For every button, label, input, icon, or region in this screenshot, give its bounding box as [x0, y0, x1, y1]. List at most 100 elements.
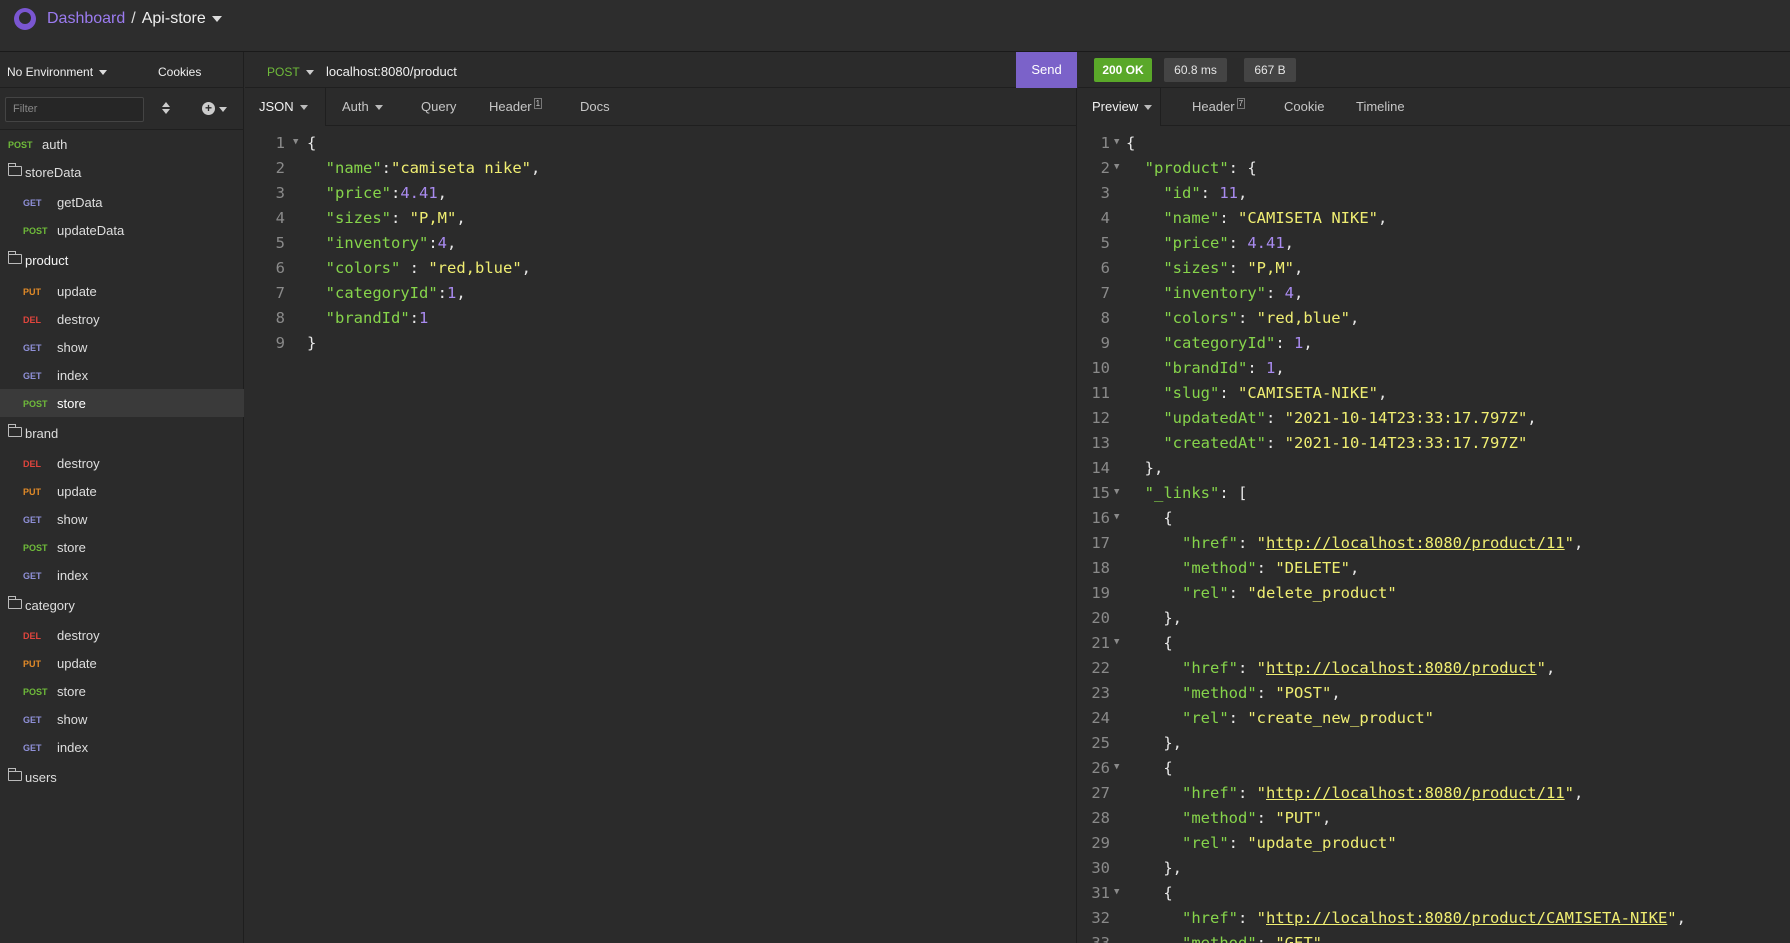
fold-arrow-icon[interactable]: ▼	[1114, 880, 1119, 905]
folder-category[interactable]: category	[0, 591, 244, 619]
fold-arrow-icon[interactable]: ▼	[1114, 505, 1119, 530]
code-token[interactable]: http://localhost:8080/product/11	[1266, 534, 1565, 552]
request-label: destroy	[57, 312, 100, 327]
request-item-getData[interactable]: GET getData	[0, 188, 244, 216]
fold-arrow-icon[interactable]: ▼	[1114, 630, 1119, 655]
request-item-show[interactable]: GET show	[0, 505, 244, 533]
code-text: "href": "http://localhost:8080/product/C…	[1126, 906, 1686, 931]
request-item-update[interactable]: PUT update	[0, 477, 244, 505]
code-token[interactable]: http://localhost:8080/product/CAMISETA-N…	[1266, 909, 1667, 927]
cookies-button[interactable]: Cookies	[158, 65, 201, 79]
code-token: "brandId"	[325, 309, 410, 327]
request-item-auth[interactable]: POST auth	[0, 130, 244, 158]
folder-brand[interactable]: brand	[0, 419, 244, 447]
line-number: 11	[1091, 384, 1110, 402]
request-item-index[interactable]: GET index	[0, 733, 244, 761]
chevron-down-icon[interactable]	[211, 15, 222, 22]
code-token: "CAMISETA NIKE"	[1238, 209, 1378, 227]
request-item-destroy[interactable]: DEL destroy	[0, 305, 244, 333]
code-token: "2021-10-14T23:33:17.797Z"	[1284, 409, 1528, 427]
code-token: ,	[1545, 659, 1556, 677]
folder-users[interactable]: users	[0, 763, 244, 791]
tab-preview[interactable]: Preview	[1078, 88, 1161, 126]
line-number: 6	[275, 259, 285, 277]
add-circle-icon[interactable]: +	[202, 102, 215, 115]
code-token[interactable]: http://localhost:8080/product/11	[1266, 784, 1565, 802]
code-token: :	[381, 159, 392, 177]
folder-storeData[interactable]: storeData	[0, 158, 244, 186]
tab-header[interactable]: Header 7	[1192, 88, 1246, 126]
code-token: ,	[1331, 684, 1341, 702]
method-selector[interactable]: POST	[267, 65, 314, 79]
send-button[interactable]: Send	[1016, 52, 1077, 88]
request-item-updateData[interactable]: POST updateData	[0, 216, 244, 244]
method-badge: POST	[23, 687, 48, 697]
code-token: :	[400, 259, 429, 277]
code-token: {	[1126, 634, 1173, 652]
request-label: show	[57, 340, 88, 355]
code-token: {	[1126, 884, 1173, 902]
tab-query[interactable]: Query	[421, 88, 456, 126]
environment-selector[interactable]: No Environment	[7, 65, 108, 79]
code-token: "createdAt"	[1163, 434, 1266, 452]
tab-timeline[interactable]: Timeline	[1356, 88, 1405, 126]
fold-arrow-icon[interactable]: ▼	[1114, 130, 1119, 155]
code-token: "GET"	[1275, 934, 1322, 943]
tab-json[interactable]: JSON	[245, 88, 326, 126]
tab-header[interactable]: Header 1	[489, 88, 543, 126]
line-number: 1	[275, 134, 285, 152]
code-token: ,	[1303, 334, 1313, 352]
request-item-index[interactable]: GET index	[0, 561, 244, 589]
method-badge: DEL	[23, 459, 41, 469]
fold-arrow-icon[interactable]: ▼	[1114, 155, 1119, 180]
request-item-store[interactable]: POST store	[0, 677, 244, 705]
tab-cookie[interactable]: Cookie	[1284, 88, 1324, 126]
line-number: 19	[1091, 584, 1110, 602]
folder-product[interactable]: product	[0, 246, 244, 274]
code-token: "sizes"	[1163, 259, 1229, 277]
code-token: ,	[1284, 234, 1294, 252]
code-token: :	[1247, 359, 1266, 377]
tab-auth[interactable]: Auth	[342, 88, 383, 126]
tab-label: Docs	[580, 99, 610, 114]
code-token: ,	[1377, 209, 1388, 227]
code-token: "rel"	[1182, 584, 1229, 602]
fold-arrow-icon[interactable]: ▼	[293, 130, 298, 155]
request-item-store[interactable]: POST store	[0, 533, 244, 561]
tab-docs[interactable]: Docs	[580, 88, 610, 126]
chevron-down-icon[interactable]	[219, 107, 227, 112]
workspace-selector[interactable]: Api-store	[142, 10, 206, 27]
breadcrumb-dashboard-link[interactable]: Dashboard	[47, 10, 125, 27]
line-number: 21	[1091, 634, 1110, 652]
method-badge: PUT	[23, 487, 41, 497]
sort-icon[interactable]	[161, 102, 171, 116]
url-input[interactable]: localhost:8080/product	[326, 64, 457, 79]
request-item-index[interactable]: GET index	[0, 361, 244, 389]
code-text: "slug": "CAMISETA-NIKE",	[1126, 381, 1387, 406]
request-item-update[interactable]: PUT update	[0, 649, 244, 677]
filter-input[interactable]: Filter	[5, 97, 144, 122]
request-label: getData	[57, 195, 103, 210]
app-logo-icon[interactable]	[14, 8, 36, 30]
request-item-destroy[interactable]: DEL destroy	[0, 621, 244, 649]
line-number: 4	[275, 209, 285, 227]
code-token[interactable]: http://localhost:8080/product	[1266, 659, 1537, 677]
code-text: "brandId": 1,	[1126, 356, 1284, 381]
fold-arrow-icon[interactable]: ▼	[1114, 480, 1119, 505]
code-text: {	[1126, 506, 1172, 531]
fold-arrow-icon[interactable]: ▼	[1114, 755, 1119, 780]
request-item-show[interactable]: GET show	[0, 333, 244, 361]
folder-icon	[8, 768, 22, 781]
code-token: "inventory"	[1163, 284, 1266, 302]
request-item-store[interactable]: POST store	[0, 389, 244, 417]
request-item-show[interactable]: GET show	[0, 705, 244, 733]
code-text: "product": {	[1126, 156, 1257, 181]
chevron-down-icon	[1144, 105, 1153, 111]
request-item-update[interactable]: PUT update	[0, 277, 244, 305]
request-item-destroy[interactable]: DEL destroy	[0, 449, 244, 477]
code-token: "href"	[1182, 784, 1238, 802]
code-token: :	[1228, 259, 1248, 277]
line-number: 9	[275, 334, 285, 352]
